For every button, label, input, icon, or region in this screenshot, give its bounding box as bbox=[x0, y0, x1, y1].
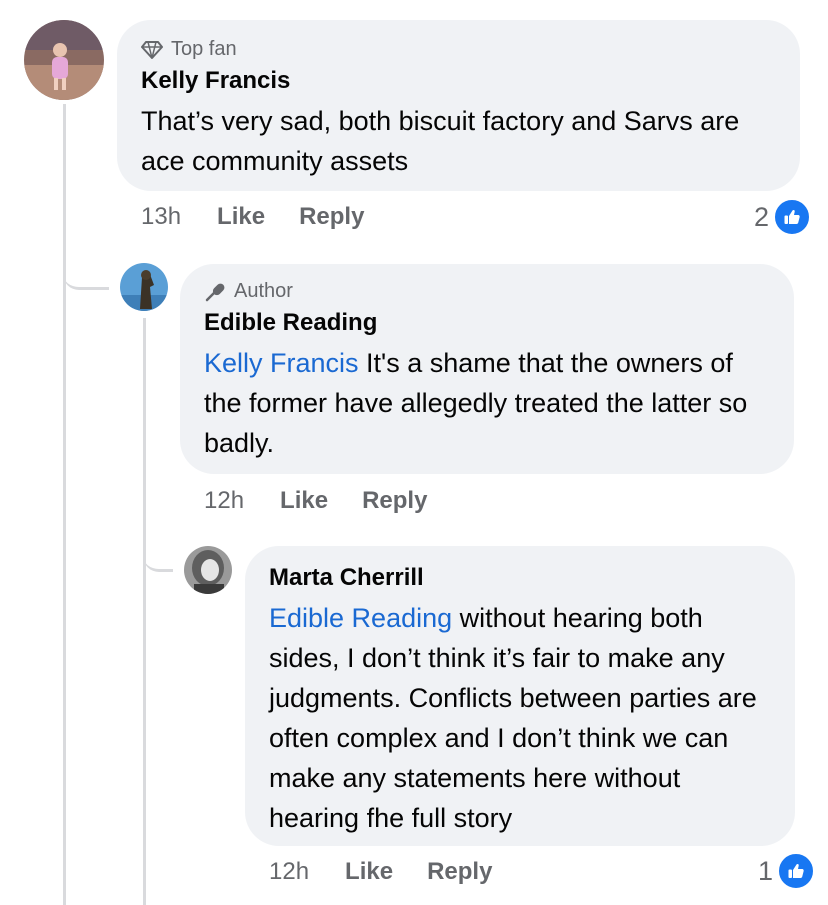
comment-timestamp[interactable]: 13h bbox=[141, 203, 181, 231]
top-fan-badge: Top fan bbox=[141, 38, 776, 61]
like-button[interactable]: Like bbox=[345, 858, 393, 886]
badge-label: Author bbox=[234, 280, 293, 302]
reaction-summary[interactable]: 1 bbox=[758, 852, 816, 890]
avatar-kelly-francis[interactable] bbox=[24, 20, 104, 100]
reaction-summary[interactable]: 2 bbox=[754, 198, 812, 236]
comment-text: Edible Reading without hearing both side… bbox=[269, 598, 771, 838]
comment-actions: 12h Like Reply bbox=[204, 487, 461, 515]
reply-button[interactable]: Reply bbox=[427, 858, 492, 886]
microphone-icon bbox=[205, 283, 225, 301]
reaction-count: 1 bbox=[758, 855, 774, 886]
comment-actions: 12h Like Reply bbox=[269, 858, 526, 886]
comment-author[interactable]: Kelly Francis bbox=[141, 67, 776, 95]
comment-text: Kelly Francis It's a shame that the owne… bbox=[204, 343, 770, 463]
thread-line-main bbox=[63, 104, 66, 905]
badge-label: Top fan bbox=[171, 38, 237, 60]
comment-timestamp[interactable]: 12h bbox=[204, 487, 244, 515]
mention-link[interactable]: Edible Reading bbox=[269, 603, 452, 633]
mention-link[interactable]: Kelly Francis bbox=[204, 348, 359, 378]
comment-timestamp[interactable]: 12h bbox=[269, 858, 309, 886]
thread-connector-reply-2 bbox=[143, 520, 173, 572]
avatar-edible-reading[interactable] bbox=[120, 263, 168, 311]
comment-actions: 13h Like Reply bbox=[141, 203, 398, 231]
like-button[interactable]: Like bbox=[217, 203, 265, 231]
thread-connector-reply-1 bbox=[63, 230, 109, 290]
comment-bubble-marta-cherrill: Marta Cherrill Edible Reading without he… bbox=[245, 546, 795, 846]
thumbs-up-icon bbox=[777, 852, 816, 890]
reaction-count: 2 bbox=[754, 201, 770, 232]
avatar-marta-cherrill[interactable] bbox=[184, 546, 232, 594]
comment-bubble-edible-reading: Author Edible Reading Kelly Francis It's… bbox=[180, 264, 794, 474]
reply-button[interactable]: Reply bbox=[299, 203, 364, 231]
comment-author[interactable]: Marta Cherrill bbox=[269, 564, 771, 592]
diamond-icon bbox=[141, 40, 163, 59]
comment-bubble-kelly-francis: Top fan Kelly Francis That’s very sad, b… bbox=[117, 20, 800, 191]
comment-body: without hearing both sides, I don’t thin… bbox=[269, 603, 757, 833]
thumbs-up-icon bbox=[773, 198, 812, 236]
comment-text: That’s very sad, both biscuit factory an… bbox=[141, 106, 740, 176]
comment-author[interactable]: Edible Reading bbox=[204, 309, 770, 337]
author-badge: Author bbox=[204, 280, 770, 303]
like-button[interactable]: Like bbox=[280, 487, 328, 515]
reply-button[interactable]: Reply bbox=[362, 487, 427, 515]
thread-line-reply bbox=[143, 318, 146, 905]
